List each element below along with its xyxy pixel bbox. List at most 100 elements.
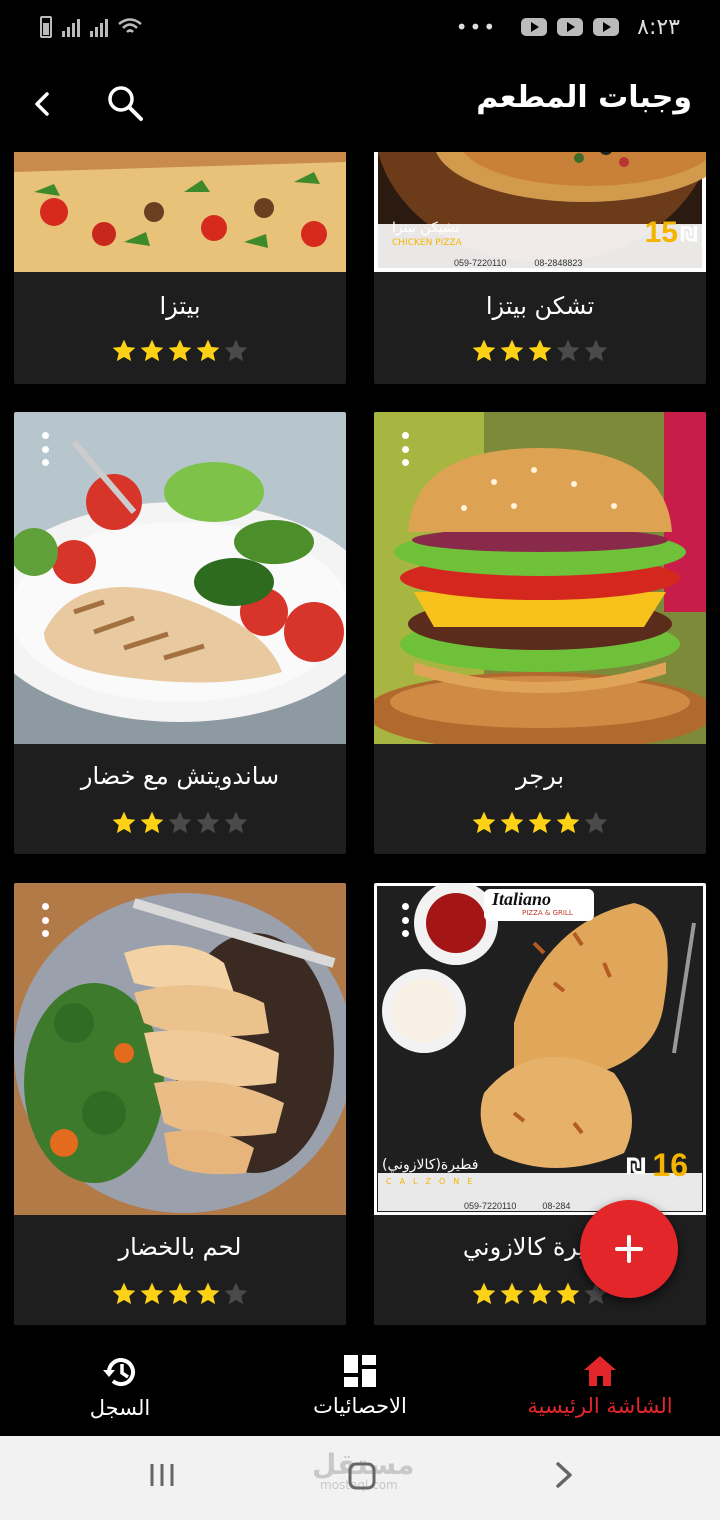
- price-value: 16: [652, 1147, 688, 1183]
- history-icon: [103, 1358, 135, 1387]
- meal-image: [14, 152, 346, 272]
- phone-number: 08-284: [542, 1201, 571, 1211]
- system-navigation-bar: مستقل mostaql.com: [0, 1436, 720, 1520]
- star-empty-icon: [224, 1282, 248, 1305]
- meal-image: [14, 883, 346, 1215]
- star-empty-icon: [556, 339, 580, 362]
- star-empty-icon: [196, 811, 220, 834]
- price-label: 15: [645, 216, 678, 250]
- meal-image: Italiano PIZZA & GRILL فطيرة(كالازوني) C…: [374, 883, 706, 1215]
- meal-card[interactable]: ساندويتش مع خضار: [14, 412, 346, 854]
- rating-stars: [14, 1281, 346, 1307]
- star-filled-icon: [472, 1282, 496, 1305]
- home-button[interactable]: [346, 1460, 378, 1496]
- more-options-button[interactable]: [42, 432, 50, 466]
- youtube-icon: [557, 18, 584, 36]
- youtube-icon: [521, 18, 548, 36]
- shekel-icon: ₪: [680, 222, 699, 246]
- star-filled-icon: [140, 339, 164, 362]
- meal-card[interactable]: برجر: [374, 412, 706, 854]
- meal-card[interactable]: تشيكن بيتزا CHICKEN PIZZA 15 ₪ 059-72201…: [374, 152, 706, 384]
- star-filled-icon: [500, 811, 524, 834]
- more-options-button[interactable]: [42, 903, 50, 937]
- recent-apps-button[interactable]: [148, 1460, 176, 1494]
- nav-item-history[interactable]: السجل: [70, 1336, 170, 1436]
- meal-card[interactable]: بيتزا: [14, 152, 346, 384]
- back-button[interactable]: [22, 84, 62, 124]
- phone-number: 059-7220110: [454, 258, 507, 268]
- meal-card[interactable]: لحم بالخضار: [14, 883, 346, 1325]
- star-filled-icon: [528, 1282, 552, 1305]
- page-title: وجبات المطعم: [476, 80, 692, 115]
- phone-number: 059-7220110: [464, 1201, 517, 1211]
- star-empty-icon: [168, 811, 192, 834]
- phone-number: 08-2848823: [534, 258, 583, 268]
- recent-apps-icon: [150, 1464, 174, 1486]
- meal-image: [14, 412, 346, 744]
- add-meal-button[interactable]: [580, 1200, 678, 1298]
- meal-image: تشيكن بيتزا CHICKEN PIZZA 15 ₪ 059-72201…: [374, 152, 706, 272]
- poster-title: فطيرة(كالازوني): [382, 1157, 479, 1173]
- rating-stars: [14, 810, 346, 836]
- meal-name: لحم بالخضار: [118, 1233, 242, 1261]
- star-filled-icon: [168, 339, 192, 362]
- star-empty-icon: [224, 339, 248, 362]
- rating-stars: [14, 338, 346, 364]
- star-filled-icon: [556, 811, 580, 834]
- home-square-icon: [348, 1462, 376, 1490]
- back-system-button[interactable]: [552, 1460, 576, 1494]
- plus-icon: [615, 1235, 643, 1263]
- star-filled-icon: [472, 811, 496, 834]
- poster-subtitle: CALZONE: [386, 1177, 481, 1186]
- star-empty-icon: [584, 339, 608, 362]
- signal-icon: [62, 17, 80, 37]
- star-filled-icon: [472, 339, 496, 362]
- star-filled-icon: [140, 1282, 164, 1305]
- more-options-button[interactable]: [402, 432, 410, 466]
- chevron-right-icon: [556, 1462, 572, 1488]
- star-filled-icon: [168, 1282, 192, 1305]
- notification-dots: •••: [455, 15, 498, 39]
- meal-name: بيتزا: [159, 292, 201, 320]
- status-bar: ••• ٨:٢٣: [0, 0, 720, 54]
- bottom-navigation: الشاشة الرئيسية الاحصائيات السجل: [0, 1336, 720, 1436]
- meal-name: برجر: [516, 762, 564, 790]
- rating-stars: [374, 810, 706, 836]
- star-filled-icon: [112, 339, 136, 362]
- search-button[interactable]: [104, 82, 148, 126]
- star-filled-icon: [528, 811, 552, 834]
- star-empty-icon: [224, 811, 248, 834]
- nav-label: الاحصائيات: [313, 1394, 407, 1418]
- poster-subtitle: CHICKEN PIZZA: [392, 238, 462, 248]
- star-filled-icon: [528, 339, 552, 362]
- nav-label: السجل: [89, 1396, 151, 1420]
- brand-subtitle: PIZZA & GRILL: [522, 909, 573, 917]
- status-icons-right: ••• ٨:٢٣: [456, 15, 680, 40]
- brand-logo: Italiano: [492, 889, 552, 909]
- rating-stars: [374, 338, 706, 364]
- star-filled-icon: [112, 1282, 136, 1305]
- meal-name: تشكن بيتزا: [485, 292, 595, 320]
- more-options-button[interactable]: [402, 903, 410, 937]
- dashboard-icon: [344, 1355, 376, 1387]
- status-icons-left: [40, 16, 142, 38]
- star-filled-icon: [112, 811, 136, 834]
- star-empty-icon: [584, 811, 608, 834]
- price-value: 15: [644, 216, 678, 249]
- signal-icon-2: [90, 17, 108, 37]
- wifi-icon: [118, 18, 142, 33]
- phone-strip: 059-7220110 08-2848823: [454, 258, 582, 268]
- star-filled-icon: [196, 339, 220, 362]
- star-filled-icon: [196, 1282, 220, 1305]
- phone-strip: 059-7220110 08-284: [464, 1201, 570, 1211]
- nav-item-statistics[interactable]: الاحصائيات: [290, 1336, 430, 1436]
- price-label: 16: [652, 1147, 688, 1184]
- meal-name: ساندويتش مع خضار: [80, 762, 280, 790]
- poster-title: تشيكن بيتزا: [392, 220, 460, 236]
- nav-label: الشاشة الرئيسية: [527, 1394, 673, 1418]
- nav-item-home[interactable]: الشاشة الرئيسية: [510, 1336, 690, 1436]
- shekel-icon: ₪: [626, 1155, 646, 1180]
- clock: ٨:٢٣: [637, 14, 680, 40]
- battery-icon: [40, 16, 52, 38]
- app-bar: وجبات المطعم: [0, 54, 720, 152]
